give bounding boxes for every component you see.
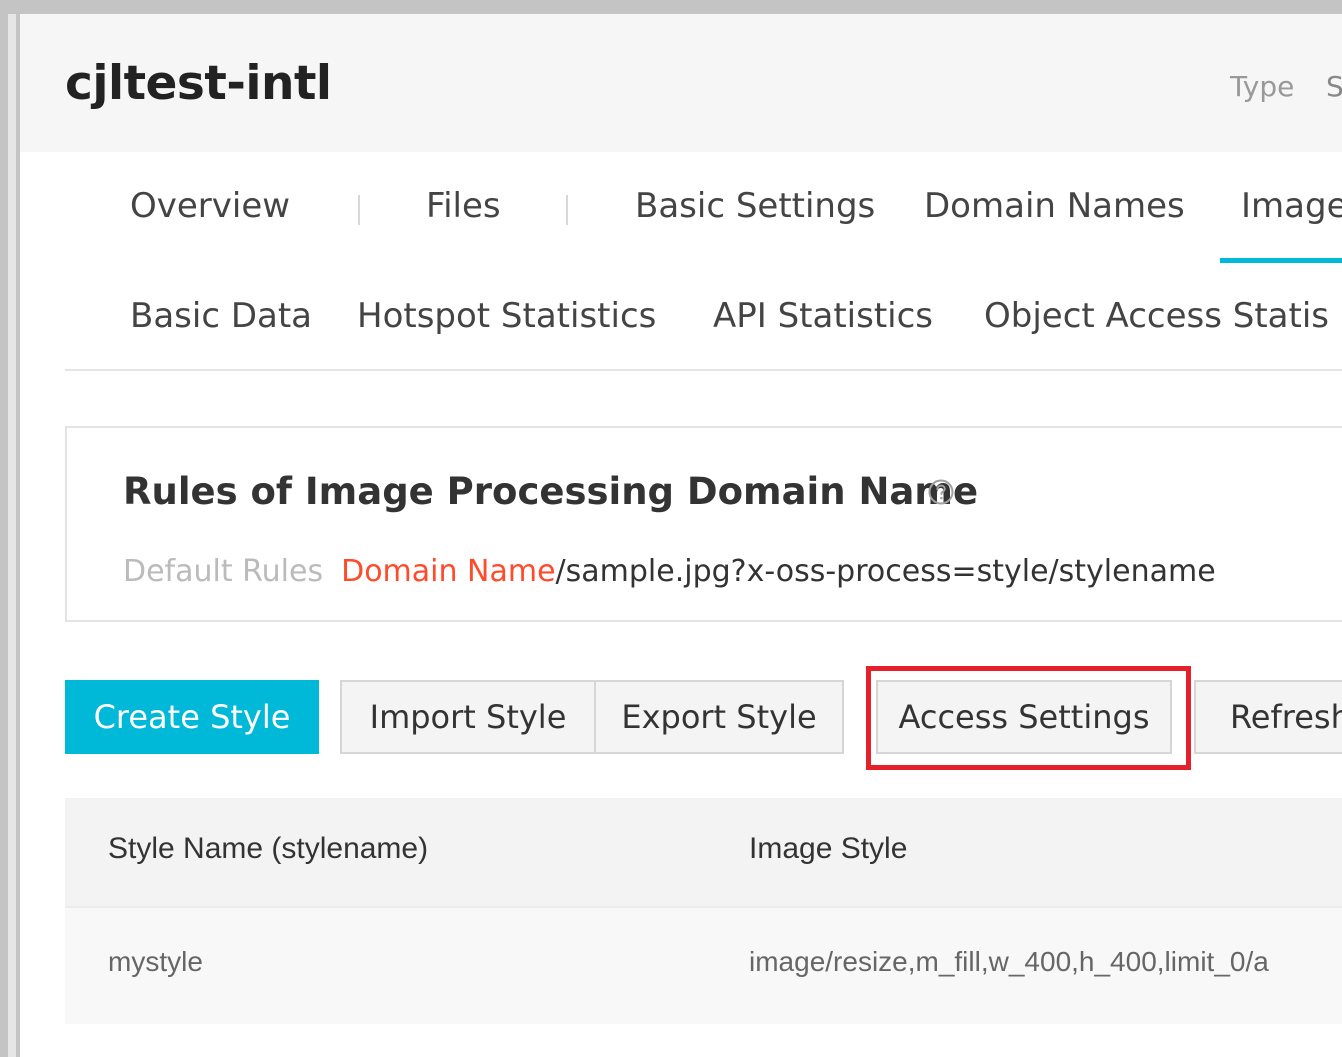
window-frame-top [0,0,1342,14]
styles-table: Style Name (stylename) Image Style mysty… [65,798,1342,1024]
refresh-button[interactable]: Refresh [1194,680,1342,754]
type-value: S [1326,70,1342,103]
export-style-button[interactable]: Export Style [594,680,844,754]
subtabs-divider [65,369,1342,371]
tab-files[interactable]: Files [426,186,501,226]
default-rules-line: Default Rules Domain Name/sample.jpg?x-os… [123,554,1216,589]
create-style-button[interactable]: Create Style [65,680,319,754]
subtab-basic-data[interactable]: Basic Data [130,296,312,336]
subtab-hotspot-statistics[interactable]: Hotspot Statistics [357,296,656,336]
table-header: Style Name (stylename) Image Style [65,798,1342,906]
domain-name-placeholder: Domain Name [341,554,556,589]
tab-basic-settings[interactable]: Basic Settings [635,186,875,226]
rules-title: Rules of Image Processing Domain Name [123,470,979,513]
column-header-style-name: Style Name (stylename) [108,832,429,865]
bucket-header: cjltest-intl Type S [20,14,1342,152]
table-row[interactable]: mystyle image/resize,m_fill,w_400,h_400,… [65,906,1342,1024]
default-rules-label: Default Rules [123,554,324,589]
type-label: Type [1230,70,1295,103]
image-style-cell: image/resize,m_fill,w_400,h_400,limit_0/… [749,946,1269,977]
default-rules-path: /sample.jpg?x-oss-process=style/stylenam… [555,554,1216,589]
column-header-image-style: Image Style [749,832,908,865]
sub-tabs: Basic Data Hotspot Statistics API Statis… [20,282,1342,372]
style-name-cell: mystyle [108,946,203,977]
main-tabs: Overview Files Basic Settings Domain Nam… [20,176,1342,266]
active-tab-indicator [1220,258,1342,263]
tab-separator [358,195,360,225]
bucket-page: cjltest-intl Type S Overview Files Basic… [20,14,1342,1057]
subtab-object-access-statistics[interactable]: Object Access Statis [984,296,1329,336]
highlight-annotation-box [866,666,1191,770]
window-frame-left-inner [8,14,16,1057]
tab-image[interactable]: Image [1241,186,1342,226]
subtab-api-statistics[interactable]: API Statistics [713,296,933,336]
import-style-button[interactable]: Import Style [340,680,596,754]
tab-overview[interactable]: Overview [130,186,290,226]
rules-panel: Rules of Image Processing Domain Name De… [65,426,1342,622]
tab-domain-names[interactable]: Domain Names [924,186,1185,226]
tab-separator [566,195,568,225]
question-circle-icon[interactable] [927,478,955,506]
bucket-title: cjltest-intl [65,56,332,111]
